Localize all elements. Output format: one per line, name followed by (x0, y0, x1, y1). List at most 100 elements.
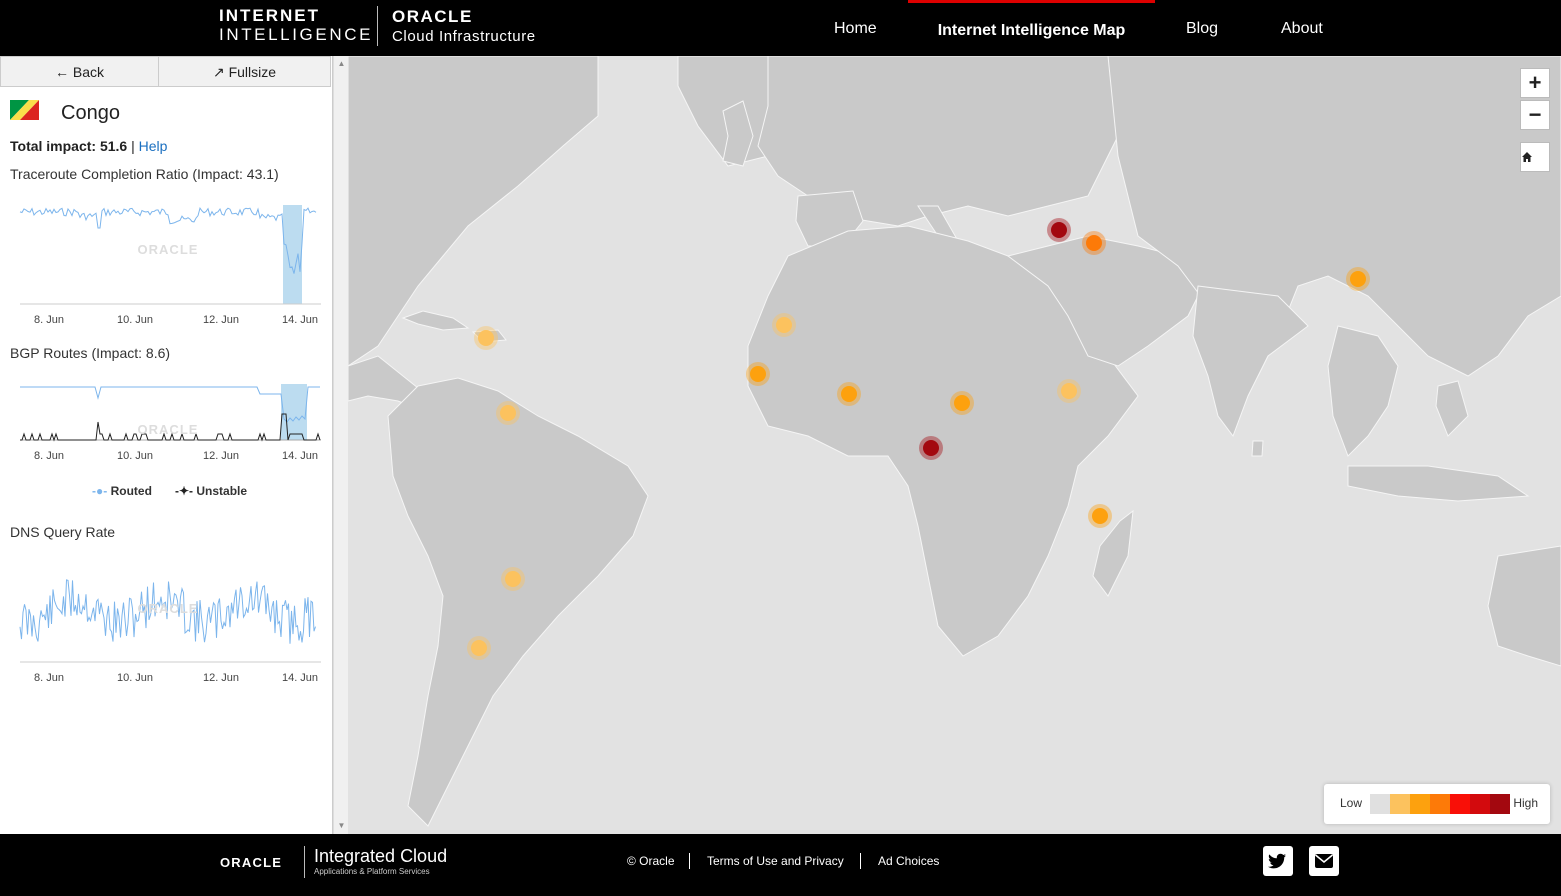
land-asia (1107, 56, 1561, 377)
traceroute-series-line (19, 206, 317, 274)
bgp-tick-4: 14. Jun (282, 450, 318, 462)
marker-venezuela (496, 401, 520, 425)
zoom-in-button[interactable]: + (1520, 68, 1550, 98)
dns-tick-3: 12. Jun (203, 672, 239, 684)
marker-bangladesh (1346, 267, 1370, 291)
land-philippines (1435, 380, 1469, 437)
legend-unstable[interactable]: -✦- Unstable (175, 484, 247, 498)
home-icon[interactable] (1520, 142, 1550, 172)
help-link[interactable]: Help (139, 138, 168, 154)
land-north-america (348, 56, 599, 367)
routed-marker-icon: -●- (92, 484, 108, 498)
brand-divider (377, 6, 378, 46)
marker-congo (919, 436, 943, 460)
bgp-chart-title: BGP Routes (Impact: 8.6) (10, 345, 171, 361)
scroll-up-arrow-icon[interactable]: ▲ (334, 60, 349, 68)
footer-separator (860, 853, 861, 869)
marker-caribbean (474, 326, 498, 350)
legend-swatch (1410, 794, 1430, 814)
traceroute-chart-title: Traceroute Completion Ratio (Impact: 43.… (10, 166, 279, 182)
unstable-marker-icon: -✦- (175, 484, 194, 498)
footer-adchoices-link[interactable]: Ad Choices (878, 854, 939, 868)
brand-title-line2[interactable]: INTELLIGENCE (219, 26, 373, 44)
marker-mauritania (772, 313, 796, 337)
bgp-highlight-band (281, 384, 307, 440)
bgp-tick-1: 8. Jun (34, 450, 64, 462)
legend-high-label: High (1513, 796, 1538, 810)
traceroute-tick-4: 14. Jun (282, 314, 318, 326)
legend-unstable-label: Unstable (196, 484, 248, 498)
legend-routed-label: Routed (110, 484, 152, 498)
sidebar-scrollbar[interactable]: ▲ ▼ (333, 56, 348, 834)
footer-separator (689, 853, 690, 869)
oracle-logo[interactable]: ORACLE (392, 8, 473, 25)
traceroute-watermark: ORACLE (138, 242, 199, 257)
traceroute-tick-1: 8. Jun (34, 314, 64, 326)
dns-tick-4: 14. Jun (282, 672, 318, 684)
marker-senegal (746, 362, 770, 386)
legend-swatch (1470, 794, 1490, 814)
country-sidebar: ← Back ↗ Fullsize Congo Total impact: 51… (0, 56, 333, 834)
zoom-out-button[interactable]: − (1520, 100, 1550, 130)
dns-watermark: ORACLE (138, 601, 199, 616)
footer-terms-link[interactable]: Terms of Use and Privacy (707, 854, 844, 868)
total-impact-value: 51.6 (99, 138, 128, 154)
legend-swatch (1450, 794, 1470, 814)
nav-blog[interactable]: Blog (1186, 0, 1218, 56)
site-header: INTERNET INTELLIGENCE ORACLE Cloud Infra… (0, 0, 1561, 56)
legend-low-label: Low (1340, 796, 1363, 810)
legend-swatch (1430, 794, 1450, 814)
marker-central-africa (950, 391, 974, 415)
land-cuba (401, 310, 470, 331)
footer-integrated-cloud-sub: Applications & Platform Services (314, 867, 430, 876)
country-flag-icon (10, 100, 39, 120)
scroll-down-arrow-icon[interactable]: ▼ (334, 822, 349, 830)
land-south-america (387, 377, 649, 827)
land-southeast-asia (1327, 325, 1399, 457)
legend-swatch (1370, 794, 1390, 814)
land-indonesia (1347, 465, 1530, 502)
land-australia (1487, 545, 1561, 667)
twitter-icon[interactable] (1263, 846, 1293, 876)
bgp-routed-line (20, 386, 320, 423)
total-impact-label: Total impact: (10, 138, 97, 154)
oracle-logo-subtitle: Cloud Infrastructure (392, 28, 536, 45)
bgp-tick-3: 12. Jun (203, 450, 239, 462)
footer-oracle-logo[interactable]: ORACLE (220, 855, 282, 870)
traceroute-highlight-band (283, 205, 302, 304)
email-icon[interactable] (1309, 846, 1339, 876)
bgp-chart[interactable]: ORACLE 8. Jun 10. Jun 12. Jun 14. Jun (8, 376, 324, 471)
legend-swatch (1390, 794, 1410, 814)
world-map[interactable]: + − Low High (348, 56, 1561, 834)
dns-chart[interactable]: ORACLE 8. Jun 10. Jun 12. Jun 14. Jun (8, 556, 324, 691)
marker-ethiopia (1057, 379, 1081, 403)
land-india (1192, 285, 1309, 438)
legend-routed[interactable]: -●- Routed (92, 484, 152, 498)
impact-legend: Low High (1324, 784, 1550, 824)
help-separator: | (131, 138, 135, 154)
nav-about[interactable]: About (1281, 0, 1323, 56)
marker-nigeria (837, 382, 861, 406)
nav-home[interactable]: Home (834, 0, 877, 56)
marker-argentina (467, 636, 491, 660)
footer-integrated-cloud: Integrated Cloud (314, 846, 448, 866)
marker-comoros (1088, 504, 1112, 528)
footer-copyright-link[interactable]: © Oracle (627, 854, 675, 868)
country-title: Congo (61, 102, 120, 124)
dns-chart-title: DNS Query Rate (10, 524, 116, 540)
fullsize-button[interactable]: ↗ Fullsize (158, 56, 331, 87)
nav-internet-intelligence-map[interactable]: Internet Intelligence Map (908, 0, 1155, 56)
legend-swatch (1490, 794, 1510, 814)
traceroute-chart[interactable]: ORACLE 8. Jun 10. Jun 12. Jun 14. Jun (8, 196, 324, 331)
back-button[interactable]: ← Back (0, 56, 159, 87)
bgp-watermark: ORACLE (138, 422, 199, 437)
footer-divider (304, 846, 305, 878)
sidebar-toolbar: ← Back ↗ Fullsize (0, 56, 331, 88)
land-sri-lanka (1251, 440, 1264, 457)
marker-syria (1047, 218, 1071, 242)
dns-tick-1: 8. Jun (34, 672, 64, 684)
site-footer: ORACLE Integrated Cloud Applications & P… (0, 834, 1561, 896)
brand-title-line1[interactable]: INTERNET (219, 7, 320, 25)
traceroute-tick-3: 12. Jun (203, 314, 239, 326)
bgp-tick-2: 10. Jun (117, 450, 153, 462)
